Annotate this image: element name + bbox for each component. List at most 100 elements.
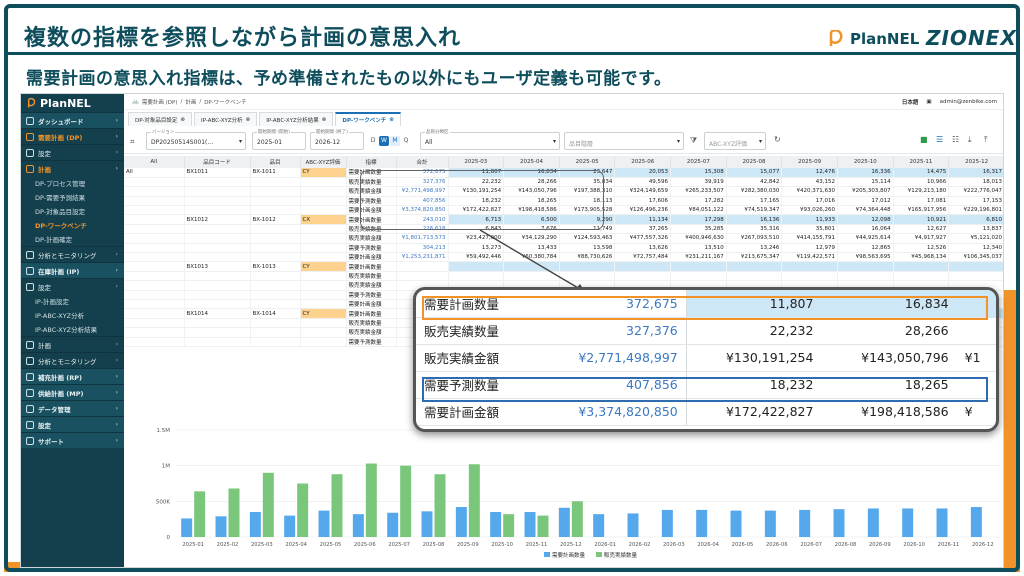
- breadcrumb-1[interactable]: 需要計画 (DP): [142, 98, 178, 106]
- period-week-button[interactable]: W: [379, 136, 389, 146]
- cell-abc[interactable]: [300, 186, 347, 197]
- sidebar-item[interactable]: 設定 ›: [21, 416, 124, 432]
- cell-value[interactable]: [726, 261, 783, 272]
- cell-value[interactable]: 16,336: [837, 168, 894, 178]
- cell-value[interactable]: 10,921: [893, 214, 950, 225]
- cell-group[interactable]: [124, 261, 185, 272]
- column-header[interactable]: 2025-10: [837, 156, 894, 168]
- tab[interactable]: IP-ABC-XYZ分析 ⊗: [194, 112, 258, 126]
- cell-group[interactable]: [124, 196, 185, 207]
- filter-icon[interactable]: ⧩: [690, 136, 697, 146]
- cell-value[interactable]: [448, 261, 505, 272]
- cell-item[interactable]: BX-1014: [250, 308, 301, 319]
- sidebar-item[interactable]: データ管理 ›: [21, 400, 124, 416]
- cell-item[interactable]: [250, 280, 301, 291]
- cell-group[interactable]: [124, 299, 185, 310]
- cell-code[interactable]: BX1011: [184, 168, 251, 178]
- sidebar-item[interactable]: 計画 ›: [21, 336, 124, 352]
- cell-value[interactable]: 12,098: [837, 214, 894, 225]
- cell-group[interactable]: [124, 214, 185, 225]
- tab[interactable]: DP-ワークベンチ ⊗: [335, 112, 401, 126]
- upload-icon[interactable]: ⤒: [984, 135, 988, 145]
- cell-value[interactable]: 11,134: [614, 214, 672, 225]
- cell-code[interactable]: [184, 290, 251, 300]
- cell-code[interactable]: [184, 252, 251, 263]
- cell-value[interactable]: [503, 261, 560, 272]
- cell-item[interactable]: [250, 327, 301, 338]
- close-icon[interactable]: ⊗: [389, 117, 394, 123]
- cell-group[interactable]: [124, 337, 185, 347]
- cell-item[interactable]: BX-1012: [250, 214, 301, 225]
- column-header[interactable]: 2025-06: [614, 156, 672, 168]
- column-header[interactable]: 2025-12: [948, 156, 1003, 168]
- cell-abc[interactable]: [300, 337, 347, 347]
- sidebar-subitem[interactable]: IP-計画設定: [21, 294, 124, 308]
- cell-abc[interactable]: [300, 224, 347, 235]
- column-header[interactable]: 品目コード: [184, 156, 251, 168]
- cell-value[interactable]: 17,298: [670, 214, 727, 225]
- cell-item[interactable]: [250, 205, 301, 216]
- cell-group[interactable]: [124, 308, 185, 319]
- cell-abc[interactable]: CX: [300, 214, 347, 225]
- cell-group[interactable]: [124, 271, 185, 282]
- cell-value[interactable]: 23,647: [559, 168, 616, 178]
- close-icon[interactable]: ⊗: [246, 117, 251, 123]
- start-period-field[interactable]: 開始期間 (開始) 2025-01: [252, 129, 306, 150]
- cell-abc[interactable]: [300, 280, 347, 291]
- period-quarter-button[interactable]: Q: [401, 136, 411, 146]
- cell-code[interactable]: [184, 299, 251, 310]
- cell-code[interactable]: [184, 205, 251, 216]
- column-header[interactable]: 2025-03: [448, 156, 505, 168]
- pivot-icon[interactable]: ⌗: [130, 137, 135, 147]
- cell-item[interactable]: [250, 243, 301, 254]
- cell-group[interactable]: [124, 233, 185, 244]
- category-select[interactable]: 品目分類区 All ▾: [420, 129, 560, 150]
- column-header[interactable]: 品目: [250, 156, 301, 168]
- sidebar-item[interactable]: サポート ›: [21, 432, 124, 448]
- item-hierarchy-select[interactable]: 品目階層 ▾: [564, 132, 684, 150]
- sidebar-subitem[interactable]: IP-ABC-XYZ分析結果: [21, 322, 124, 336]
- cell-group[interactable]: [124, 327, 185, 338]
- sidebar-subitem[interactable]: DP-計画確定: [21, 232, 124, 246]
- cell-abc[interactable]: [300, 196, 347, 207]
- cell-code[interactable]: [184, 280, 251, 291]
- sidebar-subitem[interactable]: DP-プロセス管理: [21, 176, 124, 190]
- cell-abc[interactable]: [300, 205, 347, 216]
- cell-group[interactable]: [124, 186, 185, 197]
- cell-value[interactable]: 11,933: [781, 214, 838, 225]
- version-select[interactable]: バージョン DP20250514S001(... ▾: [146, 129, 246, 150]
- sidebar-item[interactable]: 分析とモニタリング ›: [21, 246, 124, 262]
- refresh-icon[interactable]: ↻: [774, 135, 781, 144]
- cell-value[interactable]: 12,476: [781, 168, 838, 178]
- cell-value[interactable]: 16,834: [503, 168, 560, 178]
- sidebar-item[interactable]: 設定 ›: [21, 144, 124, 160]
- cell-abc[interactable]: [300, 299, 347, 310]
- cell-abc[interactable]: [300, 327, 347, 338]
- column-header[interactable]: 指標: [346, 156, 397, 168]
- cell-abc[interactable]: [300, 318, 347, 329]
- cell-item[interactable]: BX-1011: [250, 168, 301, 178]
- sidebar-item[interactable]: 計画 ›: [21, 160, 124, 176]
- column-header[interactable]: 2025-05: [559, 156, 616, 168]
- cell-abc[interactable]: [300, 233, 347, 244]
- cell-code[interactable]: [184, 186, 251, 197]
- cell-code[interactable]: [184, 177, 251, 188]
- breadcrumb-2[interactable]: 計画: [185, 98, 196, 106]
- cell-value[interactable]: [948, 261, 1003, 272]
- cell-item[interactable]: [250, 196, 301, 207]
- cell-item[interactable]: [250, 224, 301, 235]
- save-icon[interactable]: ■: [920, 135, 928, 144]
- cell-item[interactable]: [250, 233, 301, 244]
- download-icon[interactable]: ⤓: [968, 135, 972, 145]
- cell-code[interactable]: [184, 337, 251, 347]
- column-header[interactable]: 2025-07: [670, 156, 727, 168]
- sidebar-item[interactable]: 需要計画 (DP) ›: [21, 128, 124, 144]
- cell-code[interactable]: [184, 243, 251, 254]
- cell-abc[interactable]: [300, 290, 347, 300]
- cell-value[interactable]: 6,713: [448, 214, 505, 225]
- cell-abc[interactable]: [300, 271, 347, 282]
- period-day-button[interactable]: D: [368, 136, 378, 146]
- cell-value[interactable]: 20,053: [614, 168, 672, 178]
- cell-value[interactable]: [893, 261, 950, 272]
- sidebar-item[interactable]: 分析とモニタリング ›: [21, 352, 124, 368]
